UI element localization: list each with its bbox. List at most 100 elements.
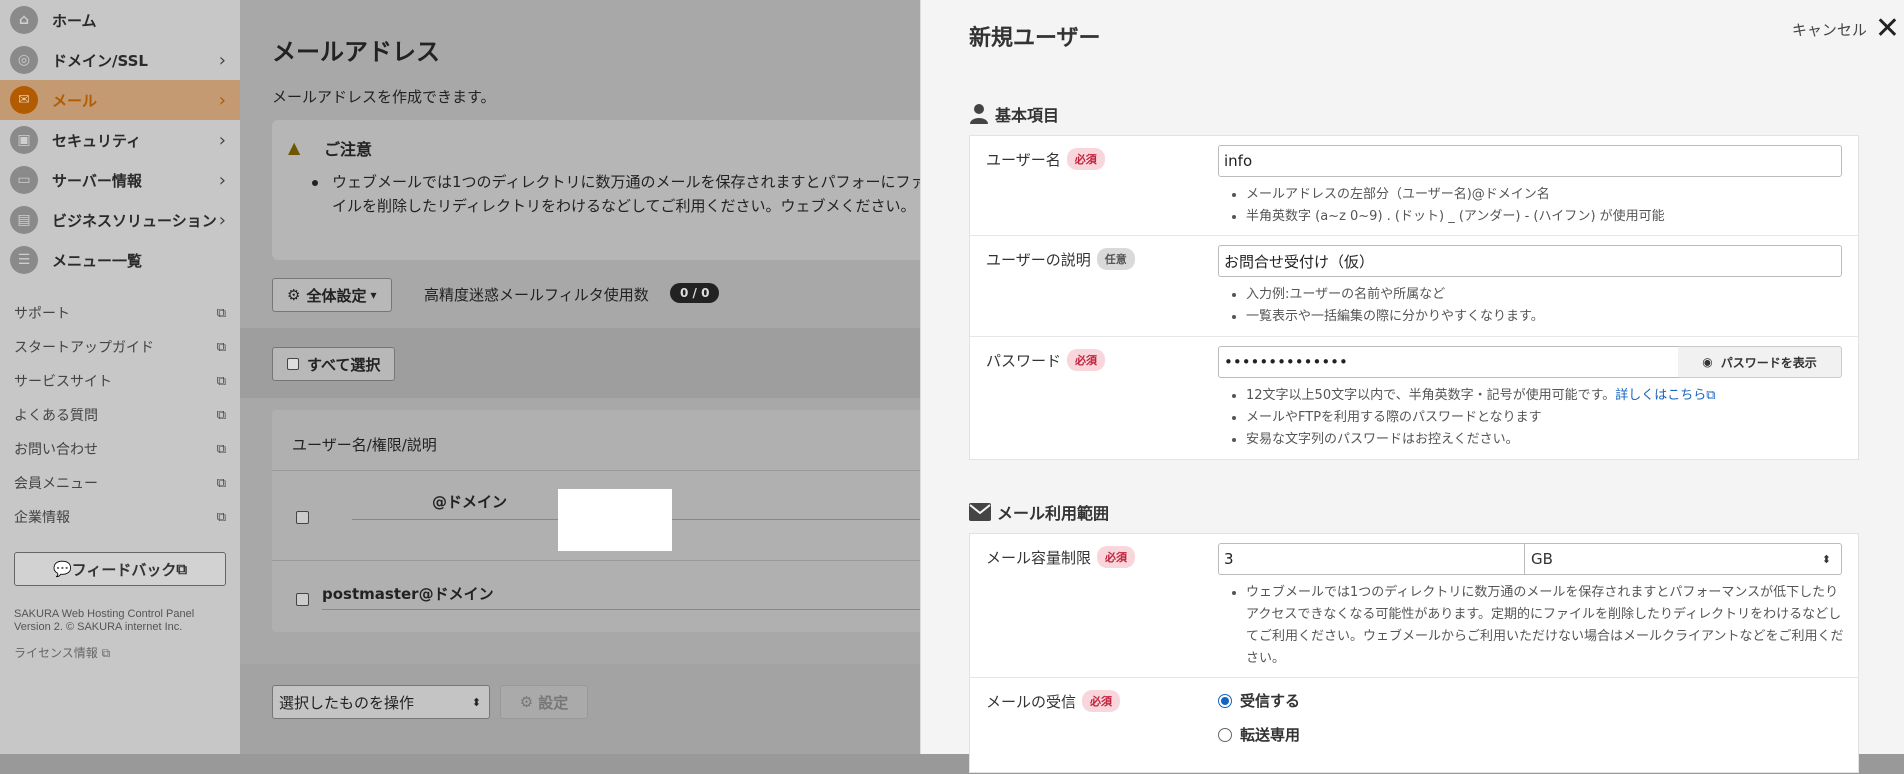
row-address: postmaster@ドメイン [322, 585, 494, 603]
sidebar-item-business-solution[interactable]: ▤ ビジネスソリューション › [0, 200, 240, 240]
password-label: パスワード 必須 [986, 349, 1106, 371]
row-checkbox[interactable] [296, 593, 309, 606]
bulk-action-select[interactable]: 選択したものを操作 ⬍ [272, 685, 490, 719]
checkbox-icon [287, 358, 299, 370]
table-row[interactable]: postmaster@ドメイン [272, 560, 932, 630]
quota-row: メール容量制限 必須 3 GB ⬍ ウェブメールでは1つのディレクトリに数万通の… [970, 534, 1858, 678]
section-label: メール利用範囲 [997, 504, 1110, 523]
sidebar-link-company-info[interactable]: 企業情報 ⧉ [0, 500, 240, 534]
sidebar-item-label: セキュリティ [52, 131, 142, 150]
input-value: 3 [1224, 550, 1234, 568]
updown-arrow-icon: ⬍ [471, 695, 481, 709]
required-badge: 必須 [1067, 349, 1106, 371]
cancel-button[interactable]: キャンセル ✕ [1791, 14, 1900, 44]
sidebar-link-contact[interactable]: お問い合わせ ⧉ [0, 432, 240, 466]
redacted-block [558, 489, 672, 551]
external-link-icon: ⧉ [216, 475, 226, 491]
quota-hints: ウェブメールでは1つのディレクトリに数万通のメールを保存されますとパフォーマンス… [1246, 582, 1846, 670]
username-input[interactable]: info [1218, 145, 1842, 177]
external-link-icon: ⧉ [216, 407, 226, 423]
optional-badge: 任意 [1096, 248, 1135, 270]
bulk-settings-label: 設定 [538, 693, 569, 712]
input-value: お問合せ受付け（仮） [1224, 252, 1375, 271]
sidebar-item-server-info[interactable]: ▭ サーバー情報 › [0, 160, 240, 200]
notice-body: ウェブメールでは1つのディレクトリに数万通のメールを保存されますとパフォーにファ… [332, 173, 926, 215]
field-label: ユーザーの説明 [986, 250, 1091, 269]
feedback-button[interactable]: 💬 フィードバック ⧉ [14, 552, 226, 586]
link-label: サービスサイト [14, 374, 112, 390]
external-link-icon: ⧉ [1706, 388, 1716, 403]
hint-item: 12文字以上50文字以内で、半角英数字・記号が使用可能です。詳しくはこちら⧉ [1246, 385, 1716, 407]
hint-item: 入力例:ユーザーの名前や所属など [1246, 284, 1544, 306]
page-title: メールアドレス [272, 38, 440, 66]
row-address: @ドメイン [432, 493, 508, 511]
receive-radio[interactable]: 受信する [1218, 690, 1300, 711]
sidebar-item-mail[interactable]: ✉ メール › [0, 80, 240, 120]
external-link-icon: ⧉ [216, 509, 226, 525]
cancel-label: キャンセル [1791, 20, 1867, 39]
sidebar-link-service-site[interactable]: サービスサイト ⧉ [0, 364, 240, 398]
lock-icon: ▣ [10, 126, 38, 154]
row-checkbox[interactable] [296, 511, 309, 524]
sidebar-item-menu-list[interactable]: ☰ メニュー一覧 [0, 240, 240, 280]
gear-icon: ⚙ [519, 693, 534, 711]
quota-input[interactable]: 3 [1218, 543, 1525, 575]
server-icon: ▭ [10, 166, 38, 194]
select-all-button[interactable]: すべて選択 [272, 347, 396, 381]
details-link[interactable]: 詳しくはこちら [1615, 388, 1706, 403]
sidebar-link-startup-guide[interactable]: スタートアップガイド ⧉ [0, 330, 240, 364]
sidebar-link-member-menu[interactable]: 会員メニュー ⧉ [0, 466, 240, 500]
eye-icon: ◉ [1702, 355, 1713, 369]
envelope-icon [969, 503, 991, 521]
copyright-line: SAKURA Web Hosting Control Panel [14, 608, 195, 620]
quota-label: メール容量制限 必須 [986, 546, 1136, 568]
filter-usage-badge: 0 / 0 [670, 283, 720, 303]
sidebar-item-domain-ssl[interactable]: ◎ ドメイン/SSL › [0, 40, 240, 80]
password-input[interactable]: •••••••••••••• [1218, 346, 1679, 378]
username-label: ユーザー名 必須 [986, 148, 1105, 170]
settings-dropdown-button[interactable]: ⚙ 全体設定 ▾ [272, 278, 392, 312]
sidebar-link-faq[interactable]: よくある質問 ⧉ [0, 398, 240, 432]
select-all-label: すべて選択 [307, 355, 381, 374]
field-label: パスワード [986, 351, 1062, 370]
copyright-line: Version 2. © SAKURA internet Inc. [14, 621, 183, 633]
bulk-settings-button[interactable]: ⚙ 設定 [500, 685, 588, 719]
home-icon: ⌂ [10, 6, 38, 34]
sidebar-item-security[interactable]: ▣ セキュリティ › [0, 120, 240, 160]
copyright: SAKURA Web Hosting Control Panel Version… [14, 608, 226, 634]
required-badge: 必須 [1097, 546, 1136, 568]
forward-only-radio[interactable]: 転送専用 [1218, 724, 1300, 745]
description-row: ユーザーの説明 任意 お問合せ受付け（仮） 入力例:ユーザーの名前や所属など 一… [970, 236, 1858, 337]
row-divider [322, 609, 932, 610]
mail-icon: ✉ [10, 86, 38, 114]
hint-item: 半角英数字 (a~z 0~9) . (ドット) _ (アンダー) - (ハイフン… [1246, 206, 1665, 228]
external-link-icon: ⧉ [216, 339, 226, 355]
input-value: •••••••••••••• [1224, 353, 1348, 371]
username-row: ユーザー名 必須 info メールアドレスの左部分（ユーザー名)@ドメイン名 半… [970, 136, 1858, 236]
field-label: メールの受信 [986, 692, 1077, 711]
license-link[interactable]: ライセンス情報 ⧉ [14, 644, 226, 661]
chevron-right-icon: › [218, 209, 226, 231]
description-label: ユーザーの説明 任意 [986, 248, 1135, 270]
required-badge: 必須 [1066, 148, 1105, 170]
notice-title: ご注意 [324, 140, 373, 159]
show-password-button[interactable]: ◉ パスワードを表示 [1678, 346, 1842, 378]
radio-icon[interactable] [1218, 727, 1232, 742]
description-input[interactable]: お問合せ受付け（仮） [1218, 245, 1842, 277]
radio-selected-icon[interactable] [1218, 693, 1232, 708]
link-label: 会員メニュー [14, 476, 98, 492]
chevron-right-icon: › [218, 169, 226, 191]
quota-unit-select[interactable]: GB ⬍ [1525, 543, 1842, 575]
radio-label: 受信する [1240, 692, 1301, 710]
sidebar-item-home[interactable]: ⌂ ホーム [0, 0, 240, 40]
sidebar-item-label: ビジネスソリューション [52, 211, 217, 230]
external-link-icon: ⧉ [176, 560, 188, 578]
notice-box: ▲ ご注意 ウェブメールでは1つのディレクトリに数万通のメールを保存されますとパ… [272, 120, 932, 260]
column-header: ユーザー名/権限/説明 [292, 436, 437, 454]
new-user-panel: 新規ユーザー キャンセル ✕ 基本項目 ユーザー名 必須 info メールアドレ… [920, 0, 1904, 773]
hint-item: ウェブメールでは1つのディレクトリに数万通のメールを保存されますとパフォーマンス… [1246, 582, 1846, 670]
sidebar-link-support[interactable]: サポート ⧉ [0, 296, 240, 330]
briefcase-icon: ▤ [10, 206, 38, 234]
password-hints: 12文字以上50文字以内で、半角英数字・記号が使用可能です。詳しくはこちら⧉ メ… [1246, 385, 1716, 451]
sidebar-item-label: メニュー一覧 [52, 251, 143, 270]
